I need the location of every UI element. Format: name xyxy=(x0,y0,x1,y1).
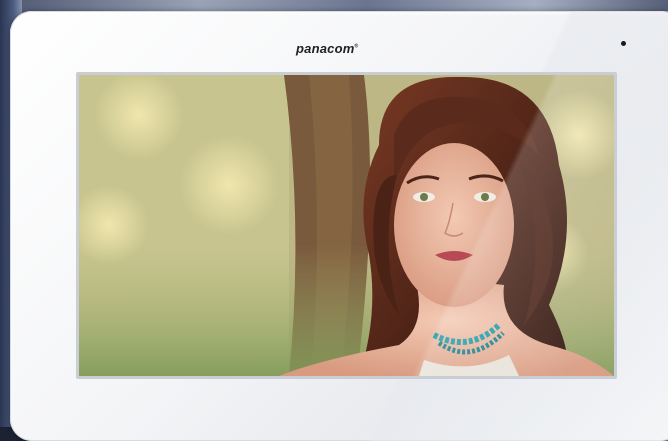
camera-sensor-icon xyxy=(621,41,626,46)
brand-logo: panacom® xyxy=(296,41,358,56)
trademark-symbol: ® xyxy=(354,44,358,50)
brand-name: panacom xyxy=(296,41,354,56)
portrait-photo xyxy=(79,75,614,376)
display-screen xyxy=(79,75,614,376)
